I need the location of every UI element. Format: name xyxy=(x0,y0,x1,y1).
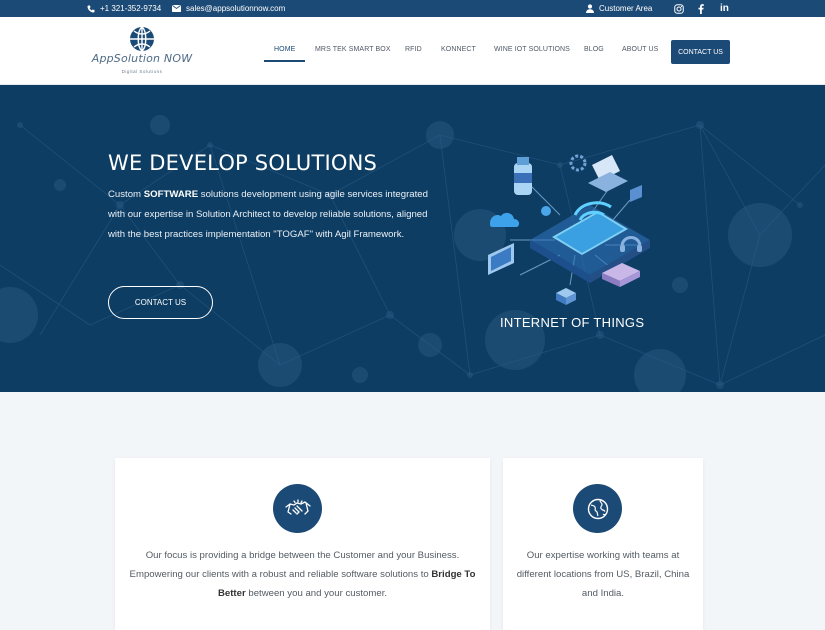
top-bar: +1 321-352-9734 sales@appsolutionnow.com… xyxy=(0,0,825,17)
instagram-icon xyxy=(674,3,684,14)
site-header: AppSolution NOW Digital Solutions HOME M… xyxy=(0,17,825,85)
envelope-icon xyxy=(172,5,181,12)
handshake-icon xyxy=(284,498,311,515)
nav-blog[interactable]: BLOG xyxy=(584,46,604,53)
phone-number: +1 321-352-9734 xyxy=(100,4,162,13)
nav-konnect[interactable]: KONNECT xyxy=(441,46,476,53)
linkedin-icon: in xyxy=(720,3,729,14)
iot-isometric-illustration xyxy=(488,154,650,305)
hero-description: Custom SOFTWARE solutions development us… xyxy=(108,189,428,240)
hero-section: WE DEVELOP SOLUTIONS Custom SOFTWARE sol… xyxy=(0,85,825,392)
feature-card-bridge: Our focus is providing a bridge between … xyxy=(115,458,490,630)
hero-title: WE DEVELOP SOLUTIONS xyxy=(108,151,378,175)
nav-wine-iot-solutions[interactable]: WINE IOT SOLUTIONS xyxy=(494,46,570,53)
card-icon-circle xyxy=(273,484,322,533)
card-global-text: Our expertise working with teams at diff… xyxy=(516,550,690,599)
customer-area-label: Customer Area xyxy=(599,4,653,13)
iot-illustration-label: INTERNET OF THINGS xyxy=(500,315,645,330)
phone-icon xyxy=(87,5,95,12)
hero-software-keyword: SOFTWARE xyxy=(143,189,199,200)
logo-text: AppSolution NOW xyxy=(91,52,193,65)
card-icon-circle xyxy=(573,484,622,533)
logo-globe-icon xyxy=(130,26,154,52)
email-contact[interactable]: sales@appsolutionnow.com xyxy=(172,0,285,17)
nav-active-indicator xyxy=(264,60,305,62)
customer-area-link[interactable]: Customer Area xyxy=(586,0,652,17)
nav-rfid[interactable]: RFID xyxy=(405,46,422,53)
hero-contact-us-button[interactable]: CONTACT US xyxy=(108,286,213,319)
nav-about-us[interactable]: ABOUT US xyxy=(622,46,658,53)
globe-icon xyxy=(587,498,608,519)
nav-mrs-tek-smart-box[interactable]: MRS TEK SMART BOX xyxy=(315,46,391,53)
facebook-link[interactable] xyxy=(698,0,704,17)
phone-contact[interactable]: +1 321-352-9734 xyxy=(87,0,161,17)
email-address: sales@appsolutionnow.com xyxy=(186,4,286,13)
facebook-icon xyxy=(698,3,704,14)
logo-subtext: Digital Solutions xyxy=(121,69,163,74)
contact-us-nav-button[interactable]: CONTACT US xyxy=(671,40,730,64)
feature-card-global: Our expertise working with teams at diff… xyxy=(503,458,703,630)
card-bridge-text: Our focus is providing a bridge between … xyxy=(129,550,476,599)
user-icon xyxy=(586,4,594,13)
instagram-link[interactable] xyxy=(674,0,684,17)
nav-home[interactable]: HOME xyxy=(274,46,295,53)
linkedin-link[interactable]: in xyxy=(720,0,729,17)
site-logo[interactable]: AppSolution NOW Digital Solutions xyxy=(86,25,198,81)
